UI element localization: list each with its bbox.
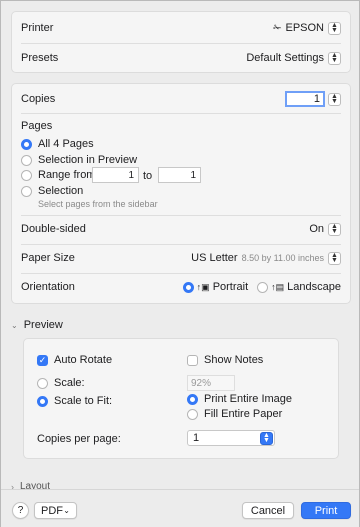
pages-selection-preview-label: Selection in Preview xyxy=(38,154,138,166)
copies-label: Copies xyxy=(21,93,56,105)
pages-selection-hint: Select pages from the sidebar xyxy=(38,199,158,209)
range-to-label: to xyxy=(143,170,153,182)
printer-value: EPSON xyxy=(285,22,324,34)
pages-selection-preview-option[interactable]: Selection in Preview xyxy=(21,154,137,166)
show-notes-label: Show Notes xyxy=(204,354,264,366)
pdf-menu-button[interactable]: PDF ⌄ xyxy=(34,502,77,519)
print-dialog: Printer ✁ EPSON ▲ ▼ Presets Default Setti… xyxy=(0,0,360,527)
preview-panel: ✓ Auto Rotate Show Notes Scale: 92% Scal… xyxy=(23,338,339,459)
radio-icon xyxy=(21,154,32,166)
presets-popup[interactable]: Default Settings ▲ ▼ xyxy=(246,51,341,65)
radio-icon xyxy=(21,138,32,150)
radio-icon xyxy=(37,377,48,389)
scale-label: Scale: xyxy=(54,377,85,389)
fill-entire-paper-label: Fill Entire Paper xyxy=(204,408,283,420)
range-from-input[interactable]: 1 xyxy=(92,167,139,183)
double-sided-row: Double-sided On ▲ ▼ xyxy=(12,215,350,243)
double-sided-popup[interactable]: On ▲ ▼ xyxy=(309,222,341,236)
copies-per-page-value: 1 xyxy=(193,432,200,444)
pages-range-option[interactable]: Range from xyxy=(21,169,95,181)
paper-size-popup[interactable]: US Letter 8.50 by 11.00 inches ▲ ▼ xyxy=(191,251,341,265)
print-entire-image-option[interactable]: Print Entire Image xyxy=(187,393,292,405)
copies-per-page-popup[interactable]: 1 ▲ ▼ xyxy=(187,430,275,446)
preview-disclosure[interactable]: ⌄ Preview xyxy=(11,319,63,331)
auto-rotate-label: Auto Rotate xyxy=(54,354,113,366)
copies-per-page-label: Copies per page: xyxy=(37,433,121,445)
preview-title: Preview xyxy=(23,319,63,331)
copies-stepper[interactable]: 1 ▲ ▼ xyxy=(285,91,341,107)
updown-icon: ▲ ▼ xyxy=(328,51,341,65)
print-entire-image-label: Print Entire Image xyxy=(204,393,293,405)
paper-size-detail: 8.50 by 11.00 inches xyxy=(241,253,324,263)
updown-icon: ▲ ▼ xyxy=(328,21,341,35)
paper-size-value: US Letter xyxy=(191,252,238,264)
radio-icon xyxy=(182,281,194,293)
orientation-portrait-option[interactable]: ↑▣ Portrait xyxy=(182,281,249,293)
portrait-icon: ↑▣ xyxy=(196,281,210,292)
radio-icon xyxy=(257,281,269,293)
printer-popup[interactable]: ✁ EPSON ▲ ▼ xyxy=(273,21,341,35)
scale-option[interactable]: Scale: xyxy=(37,377,85,389)
printer-icon: ✁ xyxy=(273,22,282,34)
scale-input[interactable]: 92% xyxy=(187,375,235,391)
copies-input[interactable]: 1 xyxy=(285,91,325,107)
scale-to-fit-label: Scale to Fit: xyxy=(54,395,113,407)
pages-selection-label: Selection xyxy=(38,185,84,197)
radio-icon xyxy=(187,393,198,405)
pdf-label: PDF xyxy=(41,504,63,517)
portrait-label: Portrait xyxy=(212,281,249,293)
pages-range-label: Range from xyxy=(38,169,96,181)
pages-selection-option[interactable]: Selection xyxy=(21,185,83,197)
range-to-input[interactable]: 1 xyxy=(158,167,201,183)
pages-label: Pages xyxy=(21,120,53,132)
auto-rotate-checkbox[interactable]: ✓ Auto Rotate xyxy=(37,354,112,366)
printer-panel: Printer ✁ EPSON ▲ ▼ Presets Default Setti… xyxy=(11,11,351,73)
landscape-label: Landscape xyxy=(287,281,341,293)
chevron-down-icon: ⌄ xyxy=(63,506,70,515)
fill-entire-paper-option[interactable]: Fill Entire Paper xyxy=(187,408,282,420)
chevron-down-icon: ⌄ xyxy=(11,320,18,330)
updown-icon: ▲ ▼ xyxy=(328,251,341,265)
scale-to-fit-option[interactable]: Scale to Fit: xyxy=(37,395,112,407)
orientation-label: Orientation xyxy=(21,281,75,293)
landscape-icon: ↑▤ xyxy=(271,281,285,292)
checkmark-icon: ✓ xyxy=(37,354,48,366)
copies-row: Copies 1 ▲ ▼ xyxy=(12,85,350,113)
stepper-icon[interactable]: ▲ ▼ xyxy=(328,92,341,106)
pages-all-label: All 4 Pages xyxy=(38,138,94,150)
paper-size-label: Paper Size xyxy=(21,252,75,264)
show-notes-checkbox[interactable]: Show Notes xyxy=(187,354,263,366)
updown-icon: ▲ ▼ xyxy=(260,431,273,445)
updown-icon: ▲ ▼ xyxy=(328,222,341,236)
paper-size-row: Paper Size US Letter 8.50 by 11.00 inche… xyxy=(12,244,350,272)
presets-value: Default Settings xyxy=(246,52,324,64)
options-panel: Copies 1 ▲ ▼ Pages All 4 Pages Selection … xyxy=(11,83,351,304)
double-sided-label: Double-sided xyxy=(21,223,86,235)
presets-row: Presets Default Settings ▲ ▼ xyxy=(12,44,350,72)
radio-icon xyxy=(21,169,32,181)
radio-icon xyxy=(187,408,198,420)
double-sided-value: On xyxy=(309,223,324,235)
divider xyxy=(21,113,341,114)
radio-icon xyxy=(37,395,48,407)
printer-label: Printer xyxy=(21,22,54,34)
help-button[interactable]: ? xyxy=(12,502,29,519)
cancel-button[interactable]: Cancel xyxy=(242,502,294,519)
print-button[interactable]: Print xyxy=(301,502,351,519)
radio-icon xyxy=(21,185,32,197)
pages-all-option[interactable]: All 4 Pages xyxy=(21,138,94,150)
printer-row: Printer ✁ EPSON ▲ ▼ xyxy=(12,14,350,42)
presets-label: Presets xyxy=(21,52,59,64)
checkbox-icon xyxy=(187,354,198,366)
orientation-row: Orientation ↑▣ Portrait ↑▤ Landscape xyxy=(12,273,350,301)
orientation-landscape-option[interactable]: ↑▤ Landscape xyxy=(257,281,341,293)
